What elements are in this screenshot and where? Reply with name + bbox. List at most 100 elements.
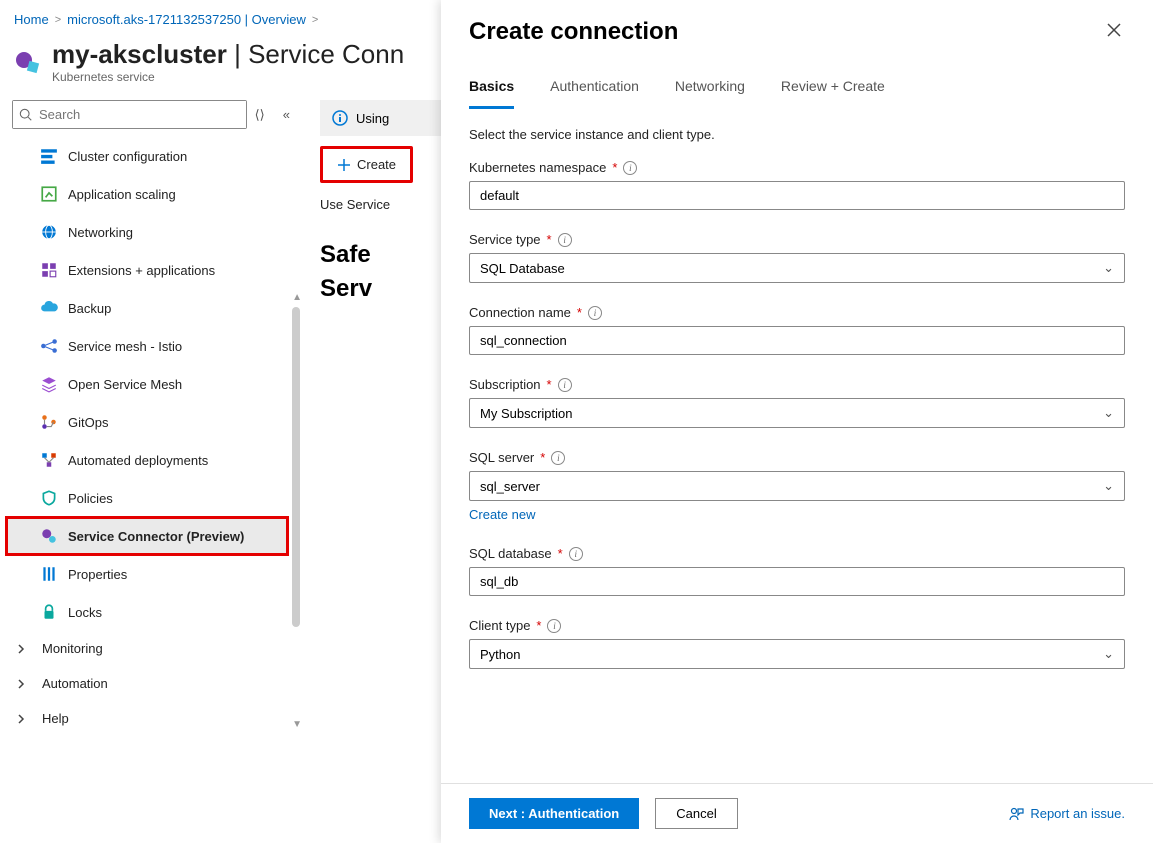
client-type-select[interactable]: Python ⌄ bbox=[469, 639, 1125, 669]
plus-icon bbox=[337, 158, 351, 172]
report-issue-label: Report an issue. bbox=[1030, 806, 1125, 821]
sidebar-item-networking[interactable]: Networking bbox=[6, 213, 288, 251]
sidebar-item-label: Cluster configuration bbox=[68, 149, 187, 164]
info-tooltip-icon[interactable]: i bbox=[558, 378, 572, 392]
sidebar-group-automation[interactable]: Automation bbox=[6, 666, 288, 701]
sidebar-item-extensions-applications[interactable]: Extensions + applications bbox=[6, 251, 288, 289]
sidebar-item-service-mesh-istio[interactable]: Service mesh - Istio bbox=[6, 327, 288, 365]
subscription-label: Subscription* i bbox=[469, 377, 1125, 392]
sidebar-item-open-service-mesh[interactable]: Open Service Mesh bbox=[6, 365, 288, 403]
sidebar-item-service-connector[interactable]: Service Connector (Preview) bbox=[6, 517, 288, 555]
chevron-down-icon: ⌄ bbox=[1103, 260, 1114, 276]
sidebar-item-label: Policies bbox=[68, 491, 113, 506]
properties-icon bbox=[40, 565, 58, 583]
namespace-label: Kubernetes namespace* i bbox=[469, 160, 1125, 175]
sql-database-label: SQL database* i bbox=[469, 546, 1125, 561]
sql-database-value: sql_db bbox=[480, 574, 518, 589]
tab-review-create[interactable]: Review + Create bbox=[781, 70, 885, 109]
close-icon bbox=[1107, 23, 1121, 37]
extensions-icon bbox=[40, 261, 58, 279]
backup-cloud-icon bbox=[40, 299, 58, 317]
subscription-value: My Subscription bbox=[480, 406, 572, 421]
collapse-sidebar-icon[interactable]: « bbox=[283, 107, 290, 122]
sidebar-group-label: Monitoring bbox=[42, 641, 103, 656]
scrollbar-thumb[interactable] bbox=[292, 307, 300, 627]
mesh-icon bbox=[40, 337, 58, 355]
info-tooltip-icon[interactable]: i bbox=[551, 451, 565, 465]
policies-shield-icon bbox=[40, 489, 58, 507]
sidebar-item-label: Backup bbox=[68, 301, 111, 316]
expand-collapse-icon[interactable]: ⟨⟩ bbox=[255, 107, 265, 123]
sidebar-item-label: Networking bbox=[68, 225, 133, 240]
close-panel-button[interactable] bbox=[1103, 19, 1125, 46]
globe-icon bbox=[40, 223, 58, 241]
breadcrumb-resource[interactable]: microsoft.aks-1721132537250 | Overview bbox=[67, 12, 306, 27]
sidebar-item-label: Extensions + applications bbox=[68, 263, 215, 278]
create-connection-panel: Create connection Basics Authentication … bbox=[441, 0, 1153, 843]
chevron-right-icon bbox=[16, 644, 28, 654]
namespace-input[interactable] bbox=[469, 181, 1125, 210]
sidebar-item-policies[interactable]: Policies bbox=[6, 479, 288, 517]
sidebar-item-label: Automated deployments bbox=[68, 453, 208, 468]
sql-server-label: SQL server* i bbox=[469, 450, 1125, 465]
panel-title: Create connection bbox=[469, 18, 678, 46]
service-type-value: SQL Database bbox=[480, 261, 565, 276]
search-input-wrap bbox=[12, 100, 247, 129]
chevron-right-icon bbox=[16, 714, 28, 724]
lock-icon bbox=[40, 603, 58, 621]
info-tooltip-icon[interactable]: i bbox=[569, 547, 583, 561]
chevron-right-icon: > bbox=[312, 14, 318, 26]
search-icon bbox=[19, 108, 33, 122]
breadcrumb-home[interactable]: Home bbox=[14, 12, 49, 27]
layers-icon bbox=[40, 375, 58, 393]
service-type-select[interactable]: SQL Database ⌄ bbox=[469, 253, 1125, 283]
tab-networking[interactable]: Networking bbox=[675, 70, 745, 109]
sidebar-item-properties[interactable]: Properties bbox=[6, 555, 288, 593]
sidebar-item-automated-deployments[interactable]: Automated deployments bbox=[6, 441, 288, 479]
create-button-label: Create bbox=[357, 157, 396, 172]
sidebar-item-cluster-configuration[interactable]: Cluster configuration bbox=[6, 137, 288, 175]
sidebar-group-label: Automation bbox=[42, 676, 108, 691]
create-button[interactable]: Create bbox=[323, 149, 410, 180]
chevron-down-icon: ⌄ bbox=[1103, 478, 1114, 494]
person-feedback-icon bbox=[1008, 806, 1024, 822]
sidebar-item-application-scaling[interactable]: Application scaling bbox=[6, 175, 288, 213]
sidebar-group-help[interactable]: Help bbox=[6, 701, 288, 736]
create-new-sql-server-link[interactable]: Create new bbox=[469, 507, 535, 522]
sql-server-value: sql_server bbox=[480, 479, 540, 494]
next-button[interactable]: Next : Authentication bbox=[469, 798, 639, 829]
report-issue-link[interactable]: Report an issue. bbox=[1008, 806, 1125, 822]
client-type-value: Python bbox=[480, 647, 520, 662]
sidebar-group-label: Help bbox=[42, 711, 69, 726]
gitops-icon bbox=[40, 413, 58, 431]
tab-authentication[interactable]: Authentication bbox=[550, 70, 639, 109]
sidebar-item-backup[interactable]: Backup bbox=[6, 289, 288, 327]
create-button-highlight: Create bbox=[320, 146, 413, 183]
info-banner-text: Using bbox=[356, 111, 389, 126]
cancel-button[interactable]: Cancel bbox=[655, 798, 737, 829]
info-tooltip-icon[interactable]: i bbox=[558, 233, 572, 247]
info-tooltip-icon[interactable]: i bbox=[547, 619, 561, 633]
scaling-icon bbox=[40, 185, 58, 203]
chevron-right-icon bbox=[16, 679, 28, 689]
service-type-label: Service type* i bbox=[469, 232, 1125, 247]
sidebar-item-locks[interactable]: Locks bbox=[6, 593, 288, 631]
info-tooltip-icon[interactable]: i bbox=[588, 306, 602, 320]
info-tooltip-icon[interactable]: i bbox=[623, 161, 637, 175]
search-input[interactable] bbox=[13, 101, 246, 128]
settings-bars-icon bbox=[40, 147, 58, 165]
sidebar-item-gitops[interactable]: GitOps bbox=[6, 403, 288, 441]
tab-basics[interactable]: Basics bbox=[469, 70, 514, 109]
sidebar-nav: Cluster configuration Application scalin… bbox=[6, 137, 300, 736]
sidebar-group-monitoring[interactable]: Monitoring bbox=[6, 631, 288, 666]
sidebar-item-label: Properties bbox=[68, 567, 127, 582]
chevron-down-icon: ⌄ bbox=[1103, 405, 1114, 421]
sql-server-select[interactable]: sql_server ⌄ bbox=[469, 471, 1125, 501]
sidebar-item-label: Application scaling bbox=[68, 187, 176, 202]
service-connector-icon bbox=[40, 527, 58, 545]
connection-name-input[interactable] bbox=[469, 326, 1125, 355]
sql-database-select[interactable]: sql_db bbox=[469, 567, 1125, 596]
subscription-select[interactable]: My Subscription ⌄ bbox=[469, 398, 1125, 428]
sidebar: ⟨⟩ « Cluster configuration Application s… bbox=[0, 94, 300, 837]
panel-tabs: Basics Authentication Networking Review … bbox=[441, 60, 1153, 109]
